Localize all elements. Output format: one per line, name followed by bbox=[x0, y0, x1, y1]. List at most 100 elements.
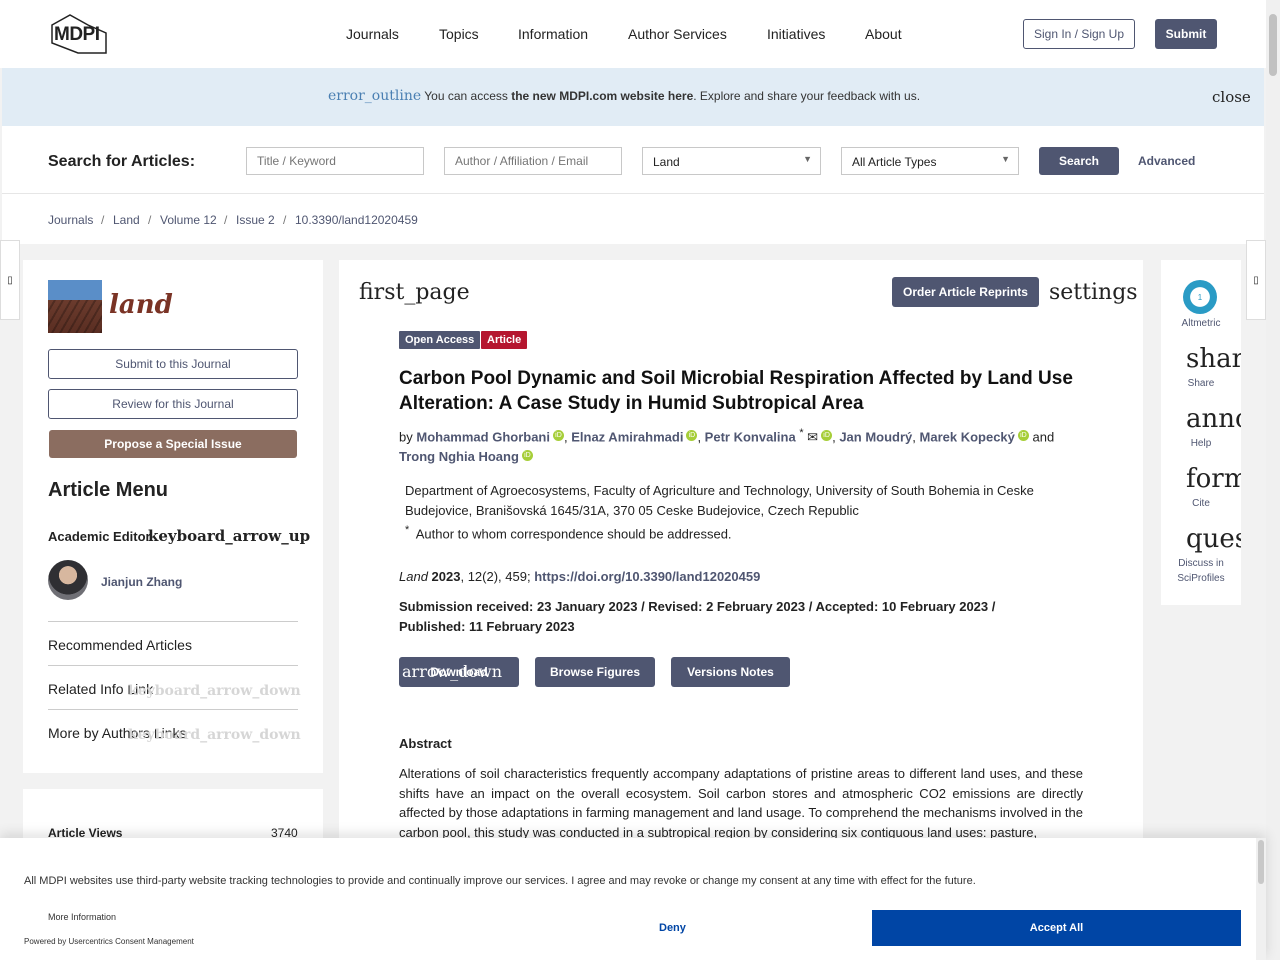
journal-select[interactable]: Land ▼ bbox=[642, 147, 821, 175]
page-scrollbar-thumb[interactable] bbox=[1269, 14, 1277, 76]
more-information-link[interactable]: More Information bbox=[48, 912, 116, 922]
banner-message: error_outline You can access the new MDP… bbox=[328, 88, 920, 104]
discuss-label: Discuss in SciProfiles bbox=[1177, 558, 1225, 584]
deny-button[interactable]: Deny bbox=[659, 922, 686, 934]
editor-name-link[interactable]: Jianjun Zhang bbox=[101, 575, 182, 589]
banner-text-after: . Explore and share your feedback with u… bbox=[693, 89, 921, 103]
divider bbox=[48, 665, 298, 666]
author-link[interactable]: Marek Kopecký bbox=[920, 429, 1015, 444]
first-page-icon[interactable]: first_page bbox=[359, 280, 470, 305]
article-search-bar: Search for Articles: Land ▼ All Article … bbox=[2, 126, 1264, 194]
more-by-authors-link[interactable]: More by Authors Links keyboard_arrow_dow… bbox=[48, 725, 301, 743]
correspondence-note: * Author to whom correspondence should b… bbox=[405, 524, 732, 541]
open-access-badge: Open Access bbox=[399, 331, 481, 349]
drawer-icon: ▯ bbox=[1253, 274, 1259, 286]
advanced-search-link[interactable]: Advanced bbox=[1138, 154, 1195, 168]
crumb-doi: 10.3390/land12020459 bbox=[295, 213, 418, 227]
orcid-icon[interactable]: iD bbox=[521, 450, 533, 462]
crumb-separator: / bbox=[224, 213, 228, 227]
submit-to-journal-button[interactable]: Submit to this Journal bbox=[48, 349, 298, 379]
title-keyword-input[interactable] bbox=[246, 147, 424, 175]
caret-down-icon: ▼ bbox=[803, 154, 812, 164]
orcid-icon[interactable]: iD bbox=[1017, 430, 1029, 442]
crumb-issue[interactable]: Issue 2 bbox=[236, 213, 275, 227]
email-icon[interactable]: ✉ bbox=[807, 429, 818, 444]
propose-special-issue-button[interactable]: Propose a Special Issue bbox=[49, 430, 297, 458]
powered-by-text: Powered by Usercentrics Consent Manageme… bbox=[24, 937, 194, 946]
journal-select-value: Land bbox=[653, 155, 680, 169]
altmetric-label: Altmetric bbox=[1181, 318, 1221, 329]
left-drawer-tab[interactable]: ▯ bbox=[0, 240, 20, 320]
article-type-select[interactable]: All Article Types ▼ bbox=[841, 147, 1019, 175]
article-type-value: All Article Types bbox=[852, 155, 937, 169]
abstract-heading: Abstract bbox=[399, 736, 452, 751]
journal-logo[interactable]: land bbox=[109, 290, 173, 320]
author-link[interactable]: Elnaz Amirahmadi bbox=[571, 429, 683, 444]
corresponding-mark: * bbox=[799, 427, 804, 439]
keyboard-arrow-up-icon: keyboard_arrow_up bbox=[148, 527, 311, 545]
settings-icon[interactable]: settings bbox=[1049, 280, 1138, 305]
orcid-icon[interactable]: iD bbox=[686, 430, 698, 442]
and-label: and bbox=[1032, 429, 1055, 445]
nav-about[interactable]: About bbox=[865, 26, 902, 42]
review-for-journal-button[interactable]: Review for this Journal bbox=[48, 389, 298, 419]
article-type-badge: Article bbox=[481, 331, 528, 349]
share-icon[interactable]: share bbox=[1186, 344, 1241, 374]
article-dates: Submission received: 23 January 2023 / R… bbox=[399, 599, 996, 634]
right-drawer-tab[interactable]: ▯ bbox=[1246, 240, 1266, 320]
nav-information[interactable]: Information bbox=[518, 26, 588, 42]
accept-all-button[interactable]: Accept All bbox=[872, 910, 1241, 946]
related-info-link[interactable]: Related Info Link keyboard_arrow_down bbox=[48, 681, 301, 699]
banner-link[interactable]: the new MDPI.com website here bbox=[511, 89, 693, 103]
crumb-journals[interactable]: Journals bbox=[48, 213, 93, 227]
journal-cover-image[interactable] bbox=[48, 280, 102, 333]
doi-link[interactable]: https://doi.org/10.3390/land12020459 bbox=[534, 569, 760, 584]
author-link[interactable]: Petr Konvalina bbox=[705, 429, 796, 444]
notice-banner: error_outline You can access the new MDP… bbox=[2, 68, 1264, 126]
author-link[interactable]: Trong Nghia Hoang bbox=[399, 449, 519, 464]
browse-figures-button[interactable]: Browse Figures bbox=[535, 657, 655, 687]
altmetric-badge[interactable]: 1 bbox=[1183, 280, 1217, 314]
orcid-icon[interactable]: iD bbox=[552, 430, 564, 442]
divider bbox=[48, 709, 298, 710]
author-list: by Mohammad Ghorbani iD, Elnaz Amirahmadi… bbox=[399, 427, 1055, 465]
crumb-land[interactable]: Land bbox=[113, 213, 140, 227]
academic-editor-header[interactable]: Academic Editor keyboard_arrow_up bbox=[48, 527, 310, 545]
orcid-icon[interactable]: iD bbox=[821, 430, 833, 442]
author-link[interactable]: Mohammad Ghorbani bbox=[416, 429, 550, 444]
submit-button[interactable]: Submit bbox=[1155, 19, 1217, 49]
crumb-separator: / bbox=[101, 213, 105, 227]
article-main: first_page Order Article Reprints settin… bbox=[339, 260, 1143, 860]
author-affiliation-input[interactable] bbox=[444, 147, 622, 175]
cite-icon[interactable]: format_quote bbox=[1186, 464, 1241, 494]
search-label: Search for Articles: bbox=[48, 153, 196, 170]
cookie-consent-banner: All MDPI websites use third-party websit… bbox=[0, 838, 1266, 960]
versions-notes-button[interactable]: Versions Notes bbox=[671, 657, 790, 687]
author-affiliation: Department of Agroecosystems, Faculty of… bbox=[405, 483, 1034, 518]
cite-journal: Land bbox=[399, 569, 428, 584]
consent-scrollbar-thumb[interactable] bbox=[1258, 840, 1264, 884]
sign-in-button[interactable]: Sign In / Sign Up bbox=[1023, 19, 1135, 49]
share-label: Share bbox=[1187, 378, 1215, 389]
crumb-separator: / bbox=[283, 213, 287, 227]
help-icon[interactable]: announcement bbox=[1186, 404, 1241, 434]
download-button[interactable]: Download arrow_down bbox=[399, 657, 519, 687]
nav-author-services[interactable]: Author Services bbox=[628, 26, 727, 42]
close-icon[interactable]: close bbox=[1212, 88, 1251, 106]
order-reprints-button[interactable]: Order Article Reprints bbox=[892, 277, 1039, 307]
logo-text: MDPI bbox=[54, 24, 100, 45]
crumb-volume[interactable]: Volume 12 bbox=[160, 213, 217, 227]
caret-down-icon: ▼ bbox=[1001, 154, 1010, 164]
recommended-articles-link[interactable]: Recommended Articles bbox=[48, 637, 192, 653]
search-button[interactable]: Search bbox=[1039, 147, 1119, 175]
nav-initiatives[interactable]: Initiatives bbox=[767, 26, 825, 42]
nav-journals[interactable]: Journals bbox=[346, 26, 399, 42]
page-scrollbar[interactable] bbox=[1266, 0, 1280, 960]
drawer-icon: ▯ bbox=[7, 274, 13, 286]
mdpi-logo[interactable]: MDPI bbox=[48, 13, 112, 55]
cite-year: 2023 bbox=[431, 569, 461, 584]
discuss-icon[interactable]: question_answer bbox=[1186, 524, 1241, 554]
keyboard-arrow-down-icon: keyboard_arrow_down bbox=[128, 683, 301, 699]
author-link[interactable]: Jan Moudrý bbox=[839, 429, 912, 444]
nav-topics[interactable]: Topics bbox=[439, 26, 479, 42]
